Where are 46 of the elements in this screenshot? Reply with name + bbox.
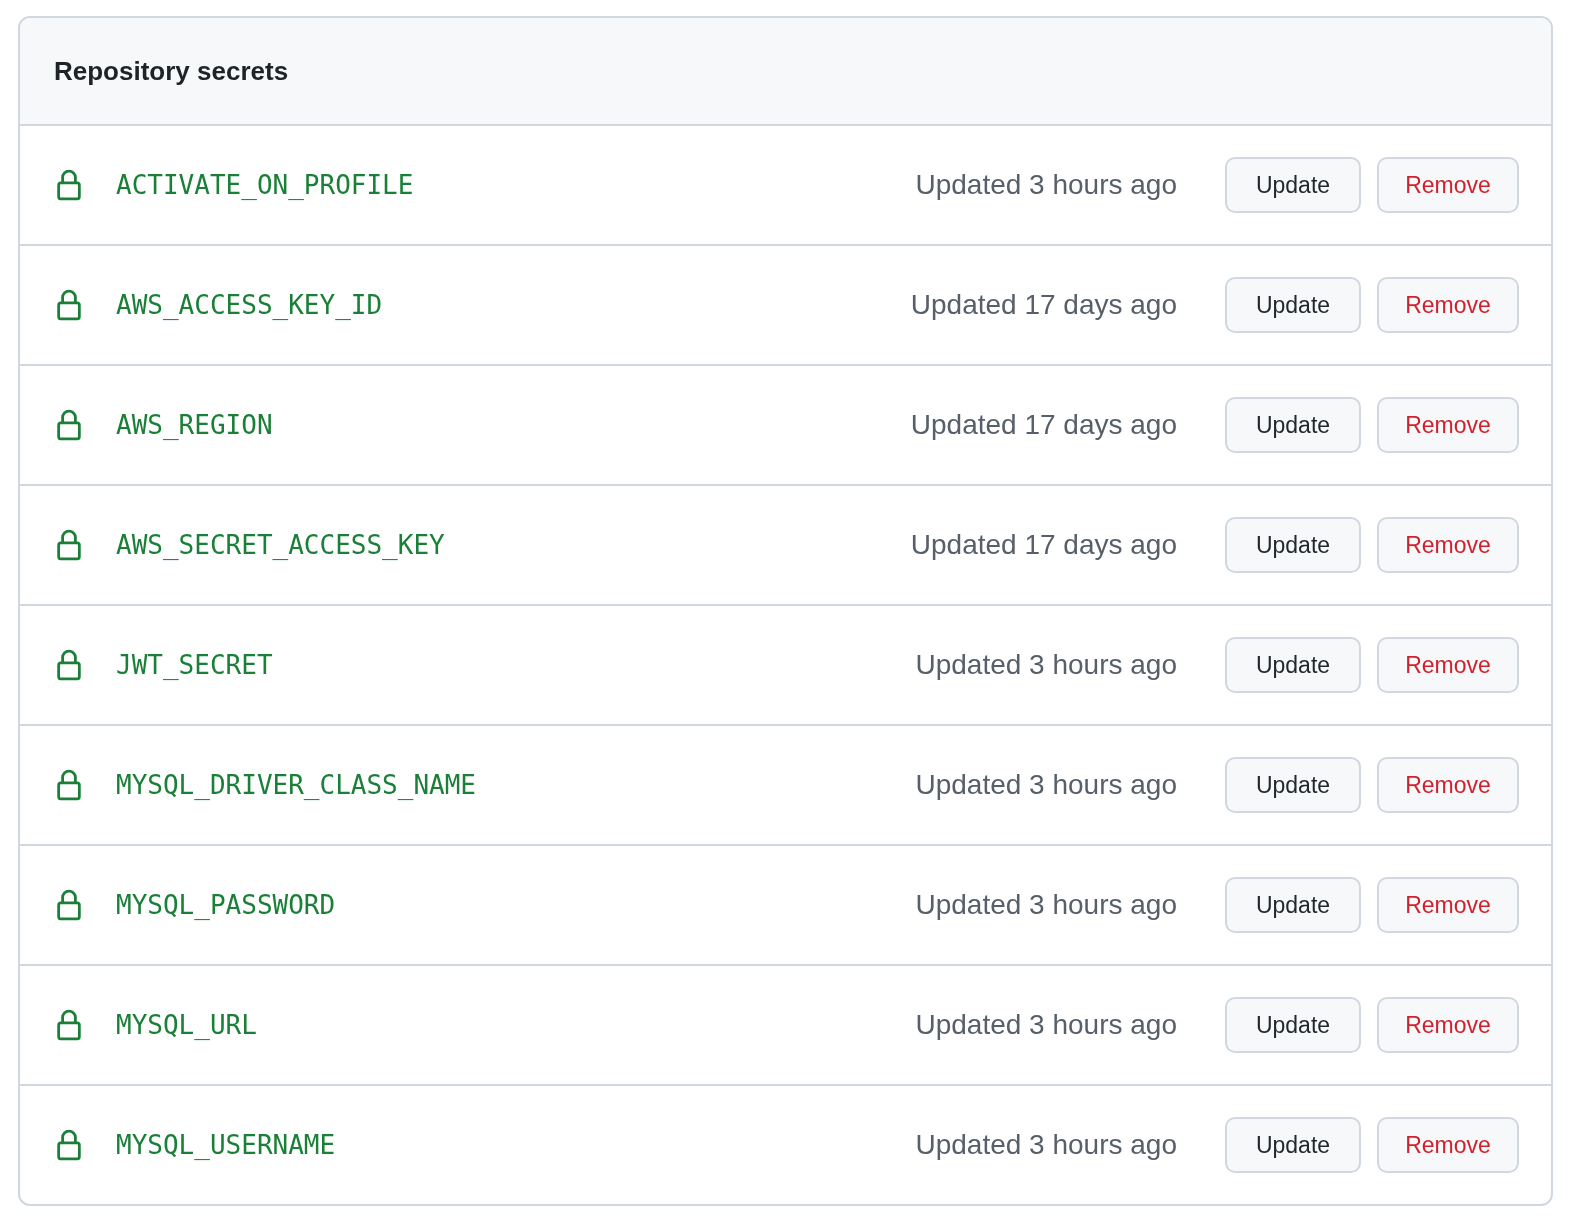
remove-button[interactable]: Remove: [1377, 997, 1519, 1053]
lock-icon: [56, 529, 82, 561]
update-button[interactable]: Update: [1225, 757, 1361, 813]
secret-name: MYSQL_USERNAME: [116, 1130, 337, 1160]
secret-name: ACTIVATE_ON_PROFILE: [116, 170, 415, 200]
updated-time: Updated 3 hours ago: [915, 1129, 1177, 1161]
remove-button[interactable]: Remove: [1377, 1117, 1519, 1173]
remove-button[interactable]: Remove: [1377, 517, 1519, 573]
secret-name: MYSQL_DRIVER_CLASS_NAME: [116, 770, 478, 800]
secret-name: MYSQL_URL: [116, 1010, 258, 1040]
lock-icon: [56, 1009, 82, 1041]
update-button[interactable]: Update: [1225, 277, 1361, 333]
updated-time: Updated 3 hours ago: [915, 169, 1177, 201]
remove-button[interactable]: Remove: [1377, 277, 1519, 333]
updated-time: Updated 3 hours ago: [915, 1009, 1177, 1041]
remove-button[interactable]: Remove: [1377, 157, 1519, 213]
update-button[interactable]: Update: [1225, 397, 1361, 453]
remove-button[interactable]: Remove: [1377, 877, 1519, 933]
remove-button[interactable]: Remove: [1377, 637, 1519, 693]
update-button[interactable]: Update: [1225, 157, 1361, 213]
lock-icon: [56, 289, 82, 321]
remove-button[interactable]: Remove: [1377, 757, 1519, 813]
lock-icon: [56, 1129, 82, 1161]
updated-time: Updated 17 days ago: [910, 289, 1177, 321]
updated-time: Updated 3 hours ago: [915, 649, 1177, 681]
panel-title: Repository secrets: [54, 55, 289, 87]
update-button[interactable]: Update: [1225, 877, 1361, 933]
lock-icon: [56, 409, 82, 441]
secret-name: AWS_REGION: [116, 410, 274, 440]
secret-name: AWS_SECRET_ACCESS_KEY: [116, 530, 446, 560]
updated-time: Updated 3 hours ago: [915, 769, 1177, 801]
update-button[interactable]: Update: [1225, 997, 1361, 1053]
lock-icon: [56, 649, 82, 681]
update-button[interactable]: Update: [1225, 1117, 1361, 1173]
update-button[interactable]: Update: [1225, 637, 1361, 693]
lock-icon: [56, 889, 82, 921]
remove-button[interactable]: Remove: [1377, 397, 1519, 453]
updated-time: Updated 17 days ago: [910, 529, 1177, 561]
updated-time: Updated 3 hours ago: [915, 889, 1177, 921]
update-button[interactable]: Update: [1225, 517, 1361, 573]
secret-name: MYSQL_PASSWORD: [116, 890, 337, 920]
secret-name: AWS_ACCESS_KEY_ID: [116, 290, 384, 320]
lock-icon: [56, 169, 82, 201]
secret-name: JWT_SECRET: [116, 650, 274, 680]
updated-time: Updated 17 days ago: [910, 409, 1177, 441]
lock-icon: [56, 769, 82, 801]
